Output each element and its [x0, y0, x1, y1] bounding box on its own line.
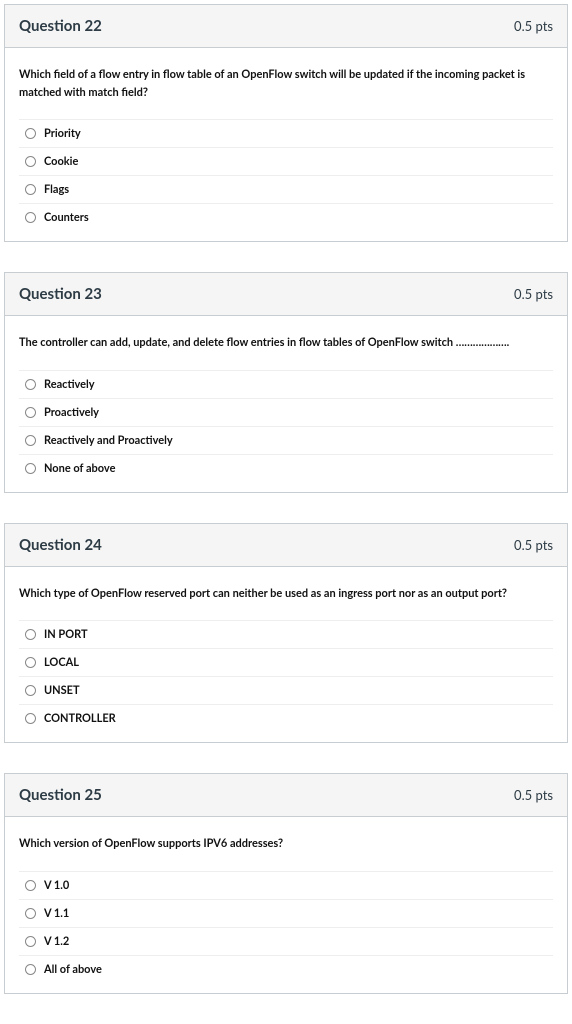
radio-icon[interactable]	[25, 379, 36, 390]
question-prompt: Which type of OpenFlow reserved port can…	[19, 585, 553, 603]
answer-option[interactable]: Priority	[19, 120, 553, 148]
radio-icon[interactable]	[25, 212, 36, 223]
answer-label: Proactively	[44, 406, 99, 419]
answer-list: Priority Cookie Flags Counters	[19, 119, 553, 231]
answer-label: Cookie	[44, 155, 78, 168]
answer-label: None of above	[44, 462, 115, 475]
question-header: Question 25 0.5 pts	[5, 774, 567, 817]
answer-option[interactable]: None of above	[19, 455, 553, 482]
question-title: Question 22	[19, 17, 102, 35]
question-body: Which field of a flow entry in flow tabl…	[5, 48, 567, 241]
answer-option[interactable]: All of above	[19, 956, 553, 983]
answer-label: V 1.0	[44, 879, 69, 892]
question-prompt: The controller can add, update, and dele…	[19, 334, 553, 352]
question-points: 0.5 pts	[514, 787, 553, 803]
answer-label: V 1.2	[44, 935, 69, 948]
question-header: Question 23 0.5 pts	[5, 273, 567, 316]
answer-list: V 1.0 V 1.1 V 1.2 All of above	[19, 871, 553, 983]
answer-label: LOCAL	[44, 656, 79, 669]
answer-option[interactable]: V 1.1	[19, 900, 553, 928]
question-prompt: Which version of OpenFlow supports IPV6 …	[19, 835, 553, 853]
question-points: 0.5 pts	[514, 537, 553, 553]
radio-icon[interactable]	[25, 964, 36, 975]
question-points: 0.5 pts	[514, 286, 553, 302]
radio-icon[interactable]	[25, 128, 36, 139]
question-title: Question 24	[19, 536, 102, 554]
radio-icon[interactable]	[25, 880, 36, 891]
answer-option[interactable]: Proactively	[19, 399, 553, 427]
question-block: Question 22 0.5 pts Which field of a flo…	[4, 4, 568, 242]
answer-label: Reactively and Proactively	[44, 434, 173, 447]
answer-option[interactable]: UNSET	[19, 677, 553, 705]
radio-icon[interactable]	[25, 713, 36, 724]
answer-option[interactable]: LOCAL	[19, 649, 553, 677]
question-points: 0.5 pts	[514, 18, 553, 34]
answer-option[interactable]: CONTROLLER	[19, 705, 553, 732]
radio-icon[interactable]	[25, 184, 36, 195]
radio-icon[interactable]	[25, 435, 36, 446]
question-prompt: Which field of a flow entry in flow tabl…	[19, 66, 553, 101]
answer-label: All of above	[44, 963, 102, 976]
question-body: Which type of OpenFlow reserved port can…	[5, 567, 567, 743]
radio-icon[interactable]	[25, 407, 36, 418]
answer-option[interactable]: Reactively and Proactively	[19, 427, 553, 455]
radio-icon[interactable]	[25, 685, 36, 696]
radio-icon[interactable]	[25, 908, 36, 919]
question-body: The controller can add, update, and dele…	[5, 316, 567, 492]
answer-list: IN PORT LOCAL UNSET CONTROLLER	[19, 620, 553, 732]
answer-option[interactable]: IN PORT	[19, 621, 553, 649]
answer-option[interactable]: Reactively	[19, 371, 553, 399]
question-block: Question 24 0.5 pts Which type of OpenFl…	[4, 523, 568, 744]
answer-label: Counters	[44, 211, 89, 224]
question-header: Question 22 0.5 pts	[5, 5, 567, 48]
question-header: Question 24 0.5 pts	[5, 524, 567, 567]
answer-option[interactable]: V 1.0	[19, 872, 553, 900]
radio-icon[interactable]	[25, 657, 36, 668]
answer-list: Reactively Proactively Reactively and Pr…	[19, 370, 553, 482]
radio-icon[interactable]	[25, 463, 36, 474]
answer-option[interactable]: Flags	[19, 176, 553, 204]
radio-icon[interactable]	[25, 156, 36, 167]
answer-label: Priority	[44, 127, 81, 140]
answer-label: Reactively	[44, 378, 95, 391]
question-title: Question 25	[19, 786, 102, 804]
answer-label: V 1.1	[44, 907, 69, 920]
question-title: Question 23	[19, 285, 102, 303]
radio-icon[interactable]	[25, 936, 36, 947]
radio-icon[interactable]	[25, 629, 36, 640]
question-body: Which version of OpenFlow supports IPV6 …	[5, 817, 567, 993]
answer-option[interactable]: Counters	[19, 204, 553, 231]
answer-option[interactable]: Cookie	[19, 148, 553, 176]
answer-label: UNSET	[44, 684, 80, 697]
answer-label: CONTROLLER	[44, 712, 116, 725]
question-block: Question 23 0.5 pts The controller can a…	[4, 272, 568, 493]
answer-label: Flags	[44, 183, 69, 196]
answer-option[interactable]: V 1.2	[19, 928, 553, 956]
answer-label: IN PORT	[44, 628, 88, 641]
question-block: Question 25 0.5 pts Which version of Ope…	[4, 773, 568, 994]
